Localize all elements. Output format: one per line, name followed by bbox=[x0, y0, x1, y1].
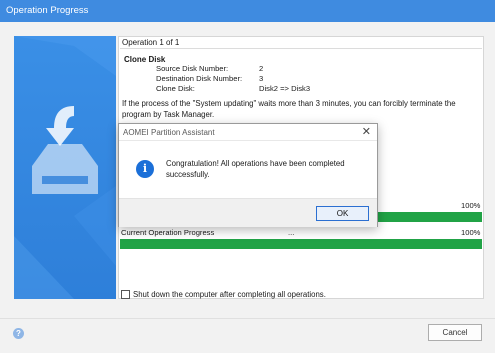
side-illustration bbox=[14, 36, 116, 299]
info-icon: i bbox=[136, 160, 154, 178]
current-progress-label: Current Operation Progress bbox=[121, 228, 215, 237]
dialog-footer: OK bbox=[119, 198, 377, 227]
dialog-title-bar: AOMEI Partition Assistant ✕ bbox=[119, 124, 377, 141]
current-progress-status: ... bbox=[288, 228, 295, 237]
shutdown-checkbox-label[interactable]: Shut down the computer after completing … bbox=[133, 290, 326, 299]
destination-disk-value: 3 bbox=[259, 74, 264, 83]
dialog-body: i Congratulation! All operations have be… bbox=[119, 141, 377, 198]
shutdown-checkbox[interactable] bbox=[121, 290, 130, 299]
source-disk-value: 2 bbox=[259, 64, 264, 73]
operation-name: Clone Disk bbox=[124, 55, 166, 64]
ok-button[interactable]: OK bbox=[316, 206, 369, 221]
current-progress-bar bbox=[120, 239, 482, 249]
clone-disk-value: Disk2 => Disk3 bbox=[259, 84, 311, 93]
current-progress-fill bbox=[120, 239, 482, 249]
system-updating-note: If the process of the "System updating" … bbox=[122, 99, 456, 119]
source-disk-label: Source Disk Number: bbox=[156, 64, 229, 73]
window-title: Operation Progress bbox=[6, 5, 89, 16]
overall-progress-percent: 100% bbox=[461, 201, 481, 210]
footer-divider bbox=[0, 318, 495, 319]
dialog-message: Congratulation! All operations have been… bbox=[166, 159, 345, 179]
destination-disk-label: Destination Disk Number: bbox=[156, 74, 243, 83]
window-title-bar: Operation Progress bbox=[0, 0, 495, 22]
completion-dialog: AOMEI Partition Assistant ✕ i Congratula… bbox=[118, 123, 378, 227]
dialog-title: AOMEI Partition Assistant bbox=[123, 128, 215, 137]
disk-download-illustration bbox=[14, 36, 116, 299]
cancel-button[interactable]: Cancel bbox=[428, 324, 482, 341]
close-icon[interactable]: ✕ bbox=[362, 126, 371, 138]
operation-counter: Operation 1 of 1 bbox=[122, 38, 180, 47]
current-progress-percent: 100% bbox=[461, 228, 481, 237]
help-icon[interactable]: ? bbox=[13, 328, 24, 339]
clone-disk-label: Clone Disk: bbox=[156, 84, 195, 93]
